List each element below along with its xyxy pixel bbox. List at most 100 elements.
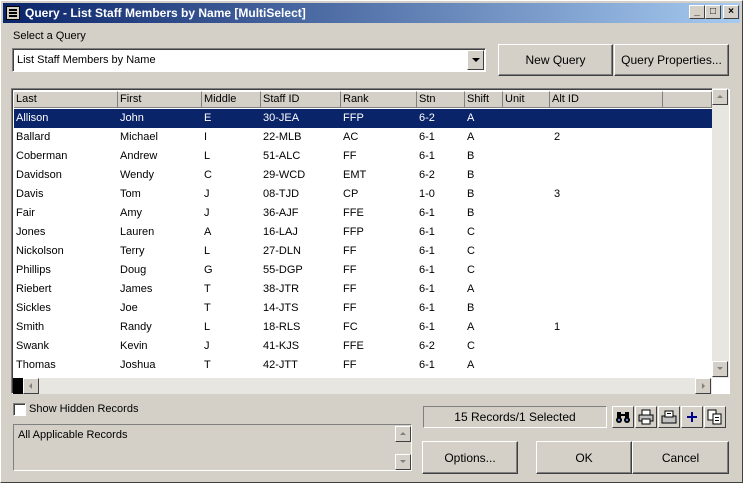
new-query-label: New Query	[525, 53, 586, 67]
cell-staff-id: 51-ALC	[263, 150, 301, 162]
cell-last: Coberman	[16, 150, 68, 162]
scroll-down-icon[interactable]	[712, 361, 728, 377]
cell-staff-id: 42-JTT	[263, 359, 298, 371]
cell-stn: 6-1	[419, 150, 435, 162]
export-button[interactable]	[658, 406, 680, 428]
col-header-rank[interactable]: Rank	[341, 91, 417, 108]
horizontal-scrollbar[interactable]	[23, 378, 712, 394]
cell-staff-id: 08-TJD	[263, 188, 300, 200]
description-box[interactable]: All Applicable Records	[13, 424, 412, 471]
table-row[interactable]: Ballard Michael I 22-MLB AC 6-1 A 2	[14, 128, 712, 147]
cell-first: Doug	[120, 264, 147, 276]
cell-rank: FFE	[343, 340, 364, 352]
cell-first: Wendy	[120, 169, 155, 181]
add-button[interactable]	[681, 406, 703, 428]
copy-button[interactable]	[704, 406, 726, 428]
table-row[interactable]: Sickles Joe T 14-JTS FF 6-1 B	[14, 299, 712, 318]
cell-middle: L	[204, 245, 211, 257]
table-row[interactable]: Thomas Joshua T 42-JTT FF 6-1 A	[14, 356, 712, 375]
printer-icon	[638, 409, 654, 425]
cell-last: Thomas	[16, 359, 56, 371]
col-header-first[interactable]: First	[118, 91, 202, 108]
cancel-button[interactable]: Cancel	[632, 441, 729, 474]
scroll-right-icon[interactable]	[695, 378, 711, 394]
cell-stn: 1-0	[419, 188, 435, 200]
col-header-staff-id[interactable]: Staff ID	[261, 91, 341, 108]
cell-last: Nickolson	[16, 245, 64, 257]
table-row[interactable]: Davidson Wendy C 29-WCD EMT 6-2 B	[14, 166, 712, 185]
show-hidden-checkbox[interactable]	[13, 403, 26, 416]
cell-rank: FC	[343, 321, 358, 333]
cell-stn: 6-2	[419, 169, 435, 181]
cell-last: Davis	[16, 188, 44, 200]
cell-middle: T	[204, 359, 211, 371]
cell-last: Sickles	[16, 302, 51, 314]
col-header-last[interactable]: Last	[14, 91, 118, 108]
cell-middle: J	[204, 207, 210, 219]
col-header-stn[interactable]: Stn	[417, 91, 465, 108]
col-header-middle[interactable]: Middle	[202, 91, 261, 108]
table-row[interactable]: Jones Lauren A 16-LAJ FFP 6-1 C	[14, 223, 712, 242]
cell-rank: FF	[343, 359, 357, 371]
cell-first: John	[120, 112, 144, 124]
table-row[interactable]: Allison John E 30-JEA FFP 6-2 A	[14, 109, 712, 128]
table-row[interactable]: Coberman Andrew L 51-ALC FF 6-1 B	[14, 147, 712, 166]
print-button[interactable]	[635, 406, 657, 428]
description-text: All Applicable Records	[18, 429, 128, 441]
grid-header: Last First Middle Staff ID Rank Stn Shif…	[14, 91, 712, 108]
minimize-button[interactable]: _	[689, 5, 705, 19]
scroll-up-icon[interactable]	[712, 89, 728, 105]
maximize-button[interactable]: □	[705, 5, 721, 19]
cell-stn: 6-1	[419, 245, 435, 257]
cell-middle: J	[204, 340, 210, 352]
cell-shift: A	[467, 321, 475, 333]
vertical-scrollbar[interactable]	[712, 88, 729, 378]
desc-scroll-up-icon[interactable]	[395, 426, 411, 442]
table-row[interactable]: Davis Tom J 08-TJD CP 1-0 B 3	[14, 185, 712, 204]
table-row[interactable]: Fair Amy J 36-AJF FFE 6-1 B	[14, 204, 712, 223]
cell-last: Riebert	[16, 283, 52, 295]
desc-scroll-down-icon[interactable]	[395, 454, 411, 470]
col-header-alt-id[interactable]: Alt ID	[550, 91, 663, 108]
close-button[interactable]: ×	[723, 5, 739, 19]
title-bar[interactable]: Query - List Staff Members by Name [Mult…	[3, 3, 740, 23]
cell-rank: AC	[343, 131, 359, 143]
find-button[interactable]	[612, 406, 634, 428]
cell-staff-id: 16-LAJ	[263, 226, 298, 238]
query-properties-button[interactable]: Query Properties...	[614, 44, 729, 76]
table-row[interactable]: Nickolson Terry L 27-DLN FF 6-1 C	[14, 242, 712, 261]
records-grid[interactable]: Last First Middle Staff ID Rank Stn Shif…	[11, 88, 730, 394]
cell-first: Kevin	[120, 340, 148, 352]
cancel-label: Cancel	[661, 450, 700, 465]
query-dropdown-value: List Staff Members by Name	[17, 54, 156, 66]
cell-shift: A	[467, 112, 475, 124]
cell-middle: L	[204, 150, 211, 162]
record-count-status: 15 Records/1 Selected	[423, 406, 607, 428]
cell-alt-id: 2	[554, 131, 561, 143]
table-row[interactable]: Phillips Doug G 55-DGP FF 6-1 C	[14, 261, 712, 280]
cell-first: James	[120, 283, 153, 295]
cell-middle: T	[204, 302, 211, 314]
options-button[interactable]: Options...	[422, 441, 518, 474]
cell-middle: J	[204, 188, 210, 200]
table-row[interactable]: Swank Kevin J 41-KJS FFE 6-2 C	[14, 337, 712, 356]
select-query-label: Select a Query	[13, 30, 86, 42]
cell-stn: 6-1	[419, 207, 435, 219]
col-header-shift[interactable]: Shift	[465, 91, 503, 108]
table-row[interactable]: Smith Randy L 18-RLS FC 6-1 A 1	[14, 318, 712, 337]
cell-alt-id: 1	[554, 321, 561, 333]
cell-staff-id: 27-DLN	[263, 245, 301, 257]
query-dropdown[interactable]: List Staff Members by Name	[12, 48, 486, 72]
scroll-left-icon[interactable]	[23, 378, 39, 394]
new-query-button[interactable]: New Query	[498, 44, 613, 76]
cell-shift: A	[467, 283, 475, 295]
app-menu-icon[interactable]	[6, 6, 20, 20]
cell-last: Smith	[16, 321, 45, 333]
cell-last: Fair	[16, 207, 35, 219]
cell-middle: L	[204, 321, 211, 333]
col-header-unit[interactable]: Unit	[503, 91, 550, 108]
ok-button[interactable]: OK	[536, 441, 632, 474]
table-row[interactable]: Riebert James T 38-JTR FF 6-1 A	[14, 280, 712, 299]
cell-first: Tom	[120, 188, 141, 200]
chevron-down-icon[interactable]	[467, 50, 484, 70]
